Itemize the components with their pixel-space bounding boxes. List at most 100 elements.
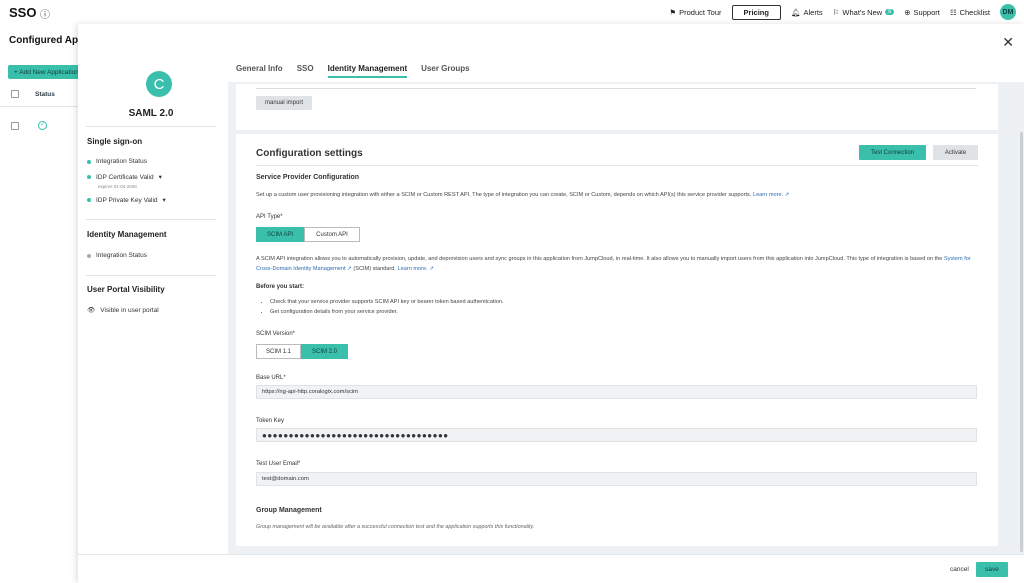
token-key-label: Token Key xyxy=(256,418,285,424)
token-key-input[interactable]: ●●●●●●●●●●●●●●●●●●●●●●●●●●●●●●●●●●● xyxy=(256,428,977,442)
manual-import-button[interactable]: manual import xyxy=(256,96,313,110)
visible-in-user-portal-label: Visible in user portal xyxy=(100,306,159,314)
tab-sso[interactable]: SSO xyxy=(297,64,314,78)
top-bar: SSO ⓘ ⚑ Product Tour Pricing 🔔︎ Alerts ⚐… xyxy=(0,0,1024,24)
card-divider xyxy=(256,165,978,166)
api-type-toggle: SCIM API Custom API xyxy=(256,227,360,242)
pricing-button[interactable]: Pricing xyxy=(731,4,781,20)
caret-down-icon: ▾ xyxy=(158,174,162,181)
alerts-label: Alerts xyxy=(803,7,823,17)
close-icon[interactable]: ✕ xyxy=(1002,34,1014,51)
check-circle-icon: ✓ xyxy=(38,121,47,130)
test-user-email-input[interactable]: test@domain.com xyxy=(256,472,977,486)
import-card: manual import xyxy=(236,84,998,130)
api-type-label: API Type* xyxy=(256,214,283,220)
before-start-list: Check that your service provider support… xyxy=(270,298,504,317)
list-item: Get configuration details from your serv… xyxy=(270,308,504,318)
group-management-note: Group management will be available after… xyxy=(256,524,535,530)
whats-new-link[interactable]: ⚐ What's New 6 xyxy=(833,8,895,17)
status-dot-icon xyxy=(87,175,91,179)
single-signon-title: Single sign-on xyxy=(87,137,143,146)
scim-version-toggle: SCIM 1.1 SCIM 2.0 xyxy=(256,344,348,359)
scim-description-suffix: (SCIM) standard. xyxy=(353,265,396,272)
scim-api-option[interactable]: SCIM API xyxy=(256,227,304,242)
checklist-link[interactable]: ☷ Checklist xyxy=(950,8,990,17)
background-page: Configured Apps + Add New Application St… xyxy=(0,24,98,583)
activate-button[interactable]: Activate xyxy=(933,145,978,160)
support-icon: ⊕ xyxy=(904,7,911,17)
app-sidebar: C SAML 2.0 Single sign-on Integration St… xyxy=(86,24,216,554)
alerts-link[interactable]: 🔔︎ Alerts xyxy=(791,8,823,17)
idm-integration-status: Integration Status xyxy=(87,252,147,259)
sp-description: Set up a custom user provisioning integr… xyxy=(256,191,981,201)
checklist-icon: ☷ xyxy=(949,7,957,17)
custom-api-option[interactable]: Custom API xyxy=(304,227,360,242)
tab-bar: General Info SSO Identity Management Use… xyxy=(236,64,470,78)
support-link[interactable]: ⊕ Support xyxy=(904,8,940,17)
info-icon[interactable]: ⓘ xyxy=(40,6,50,21)
idp-private-key-label: IDP Private Key Valid xyxy=(96,196,158,204)
select-all-checkbox[interactable] xyxy=(11,90,19,98)
row-checkbox[interactable] xyxy=(11,122,19,130)
sidebar-divider xyxy=(86,126,216,127)
test-connection-button[interactable]: Test Connection xyxy=(859,145,926,160)
tab-user-groups[interactable]: User Groups xyxy=(421,64,469,78)
visible-in-user-portal: 👁︎ Visible in user portal xyxy=(87,306,159,315)
sso-integration-status-label: Integration Status xyxy=(96,158,147,165)
scim-description-text: A SCIM API integration allows you to aut… xyxy=(256,256,943,262)
scim-version-label: SCIM Version* xyxy=(256,331,296,337)
tab-general-info[interactable]: General Info xyxy=(236,64,283,78)
support-label: Support xyxy=(913,7,940,17)
save-button[interactable]: save xyxy=(976,562,1008,577)
sp-description-text: Set up a custom user provisioning integr… xyxy=(256,192,752,198)
configuration-settings-title: Configuration settings xyxy=(256,148,363,159)
configuration-card: Configuration settings Test Connection A… xyxy=(236,134,998,546)
status-dot-icon xyxy=(87,253,91,258)
app-name: SAML 2.0 xyxy=(128,108,174,119)
row-divider xyxy=(0,106,80,107)
bell-icon: 🔔︎ xyxy=(790,7,801,17)
test-user-email-label: Test User Email* xyxy=(256,461,301,467)
status-column-header: Status xyxy=(35,91,55,98)
before-you-start-title: Before you start: xyxy=(256,284,305,290)
scrollbar[interactable] xyxy=(1020,132,1023,552)
scim-2-0-option[interactable]: SCIM 2.0 xyxy=(301,344,348,359)
service-provider-configuration-title: Service Provider Configuration xyxy=(256,174,360,181)
status-dot-icon xyxy=(87,198,91,202)
top-nav: ⚑ Product Tour Pricing 🔔︎ Alerts ⚐ What'… xyxy=(669,3,1016,21)
idp-certificate-valid[interactable]: IDP Certificate Valid ▾ xyxy=(87,173,162,181)
scim-description: A SCIM API integration allows you to aut… xyxy=(256,255,981,274)
card-divider xyxy=(256,88,976,89)
eye-icon: 👁︎ xyxy=(87,307,96,314)
modal-footer: cancel save xyxy=(78,554,1024,583)
status-dot-icon xyxy=(87,159,91,164)
group-management-title: Group Management xyxy=(256,507,322,514)
idp-private-key-valid[interactable]: IDP Private Key Valid ▾ xyxy=(87,196,166,204)
cert-expiry-note: expires 01-04-2028 xyxy=(98,184,137,189)
whats-new-label: What's New xyxy=(842,7,883,17)
idm-integration-status-label: Integration Status xyxy=(96,252,147,259)
list-item: Check that your service provider support… xyxy=(270,298,504,308)
idp-certificate-label: IDP Certificate Valid xyxy=(96,173,154,181)
product-tour-link[interactable]: ⚑ Product Tour xyxy=(669,8,721,17)
learn-more-link-2[interactable]: Learn more. ↗ xyxy=(398,266,434,272)
caret-down-icon: ▾ xyxy=(162,197,166,204)
app-logo: C xyxy=(146,71,172,97)
identity-management-title: Identity Management xyxy=(87,230,167,239)
whats-new-badge: 6 xyxy=(885,9,895,15)
cancel-button[interactable]: cancel xyxy=(950,566,969,573)
base-url-input[interactable]: https://ng-api-http.coralogix.com/scim xyxy=(256,385,977,399)
avatar[interactable]: DM xyxy=(1000,4,1016,20)
checklist-label: Checklist xyxy=(959,7,990,17)
sidebar-divider xyxy=(86,275,216,276)
learn-more-link[interactable]: Learn more. ↗ xyxy=(753,192,789,198)
sso-integration-status: Integration Status xyxy=(87,158,147,165)
application-modal: ✕ C SAML 2.0 Single sign-on Integration … xyxy=(78,24,1024,583)
flag-icon: ⚑ xyxy=(669,7,677,17)
user-portal-visibility-title: User Portal Visibility xyxy=(87,285,165,294)
scim-1-1-option[interactable]: SCIM 1.1 xyxy=(256,344,301,359)
product-tour-label: Product Tour xyxy=(679,7,722,17)
page-title: SSO xyxy=(9,5,37,20)
flag-outline-icon: ⚐ xyxy=(832,7,840,17)
tab-identity-management[interactable]: Identity Management xyxy=(327,64,408,78)
